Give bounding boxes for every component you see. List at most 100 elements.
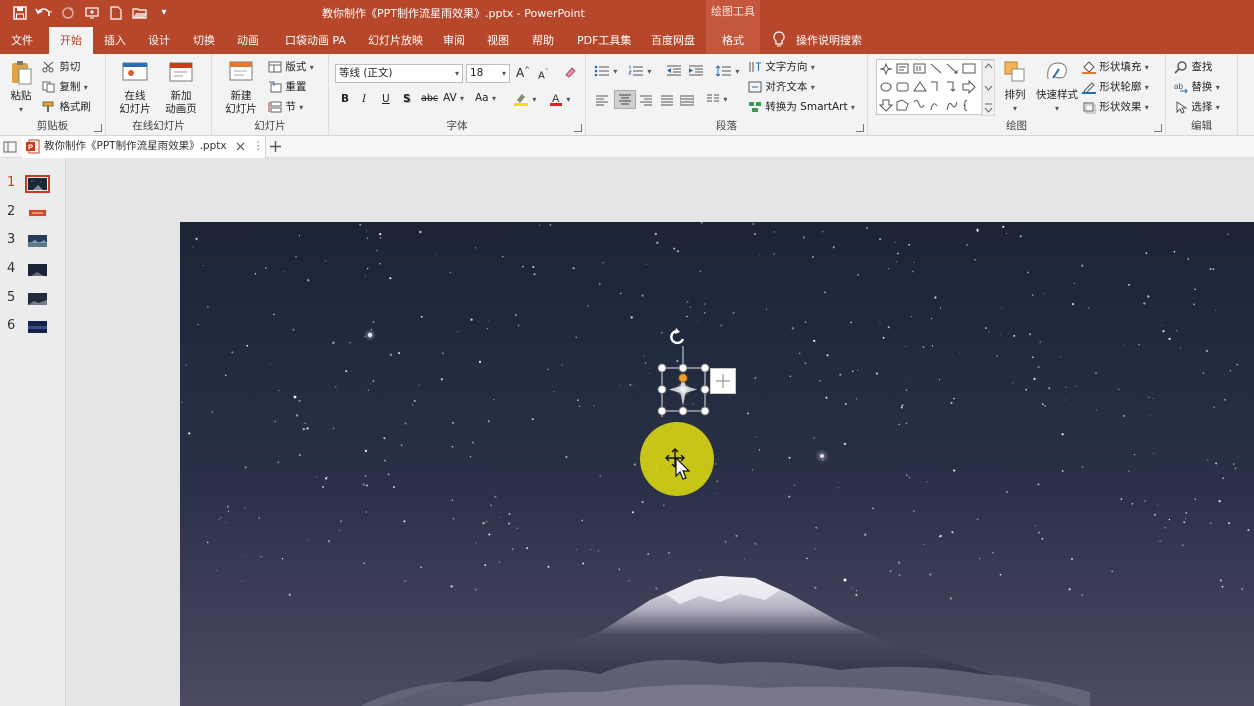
- undo-icon[interactable]: [32, 3, 56, 23]
- align-left-icon: [596, 95, 608, 105]
- numbering-icon: [628, 65, 643, 76]
- paste-button[interactable]: 粘贴 ▾: [6, 60, 36, 116]
- slide-thumbnail-4[interactable]: 4: [0, 257, 66, 281]
- distributed-button[interactable]: [680, 94, 694, 106]
- slide-thumbnail-1[interactable]: 1: [0, 171, 66, 195]
- underline-button[interactable]: U: [382, 93, 390, 105]
- tab-baidu-netdisk[interactable]: 百度网盘: [651, 27, 695, 54]
- tab-help[interactable]: 帮助: [532, 27, 554, 54]
- highlight-button[interactable]: ▾: [513, 92, 536, 106]
- section-button[interactable]: 节 ▾: [268, 99, 303, 114]
- select-button[interactable]: 选择 ▾: [1174, 99, 1220, 114]
- reset-button[interactable]: 重置: [268, 79, 306, 94]
- format-painter-button[interactable]: 格式刷: [42, 99, 91, 114]
- copy-label: 复制: [59, 81, 81, 93]
- from-beginning-icon[interactable]: [80, 3, 104, 23]
- group-online-slides: 在线 幻灯片 新加 动画页 在线幻灯片: [106, 54, 212, 136]
- customize-qat-icon[interactable]: ▾: [152, 3, 176, 23]
- tab-pdf-tools[interactable]: PDF工具集: [577, 27, 631, 54]
- plus-icon[interactable]: [269, 140, 282, 153]
- font-dialog-launcher[interactable]: [574, 124, 582, 132]
- layout-options-button[interactable]: [710, 368, 736, 394]
- copy-button[interactable]: 复制 ▾: [42, 79, 88, 94]
- tab-file[interactable]: 文件: [11, 27, 33, 54]
- bullets-icon: [594, 65, 609, 77]
- slide-thumbnail-6[interactable]: 6: [0, 314, 66, 338]
- save-icon[interactable]: [8, 3, 32, 23]
- grow-font-button[interactable]: A^: [516, 66, 530, 80]
- shape-fill-button[interactable]: 形状填充 ▾: [1082, 59, 1149, 74]
- quick-styles-button[interactable]: 快速样式 ▾: [1034, 59, 1080, 115]
- align-left-button[interactable]: [595, 94, 609, 106]
- justify-button[interactable]: [660, 94, 674, 106]
- replace-button[interactable]: ab 替换 ▾: [1174, 79, 1220, 94]
- move-cursor-icon: [665, 448, 691, 480]
- line-spacing-icon: [716, 65, 731, 77]
- redo-icon[interactable]: [56, 3, 80, 23]
- tab-review[interactable]: 审阅: [443, 27, 465, 54]
- shapes-gallery[interactable]: [876, 59, 996, 117]
- bullets-button[interactable]: ▾: [594, 65, 617, 77]
- tab-slideshow[interactable]: 幻灯片放映: [368, 27, 423, 54]
- strikethrough-button[interactable]: abc: [421, 93, 438, 104]
- align-right-button[interactable]: [639, 94, 653, 106]
- tab-insert[interactable]: 插入: [104, 27, 126, 54]
- decrease-indent-button[interactable]: [666, 65, 682, 77]
- find-button[interactable]: 查找: [1174, 59, 1212, 74]
- new-animation-page-label: 新加 动画页: [165, 90, 197, 115]
- cursor-arrow-icon: [1176, 100, 1188, 114]
- open-folder-icon[interactable]: [128, 3, 152, 23]
- online-slides-button[interactable]: 在线 幻灯片: [112, 60, 158, 116]
- cut-button[interactable]: 剪切: [42, 59, 80, 74]
- font-name-select[interactable]: 等线 (正文) ▾: [335, 64, 463, 83]
- new-file-icon[interactable]: [104, 3, 128, 23]
- new-animation-page-button[interactable]: 新加 动画页: [158, 60, 204, 116]
- font-color-button[interactable]: A ▾: [549, 92, 570, 106]
- document-tab-label: 教你制作《PPT制作流星雨效果》.pptx: [44, 140, 227, 152]
- slide-thumbnail-5[interactable]: 5: [0, 286, 66, 310]
- new-slide-label: 新建 幻灯片: [225, 90, 257, 115]
- tab-design[interactable]: 设计: [148, 27, 170, 54]
- slide-thumbnail-2[interactable]: 2: [0, 200, 66, 224]
- numbering-button[interactable]: ▾: [628, 65, 651, 77]
- reset-label: 重置: [285, 81, 307, 93]
- increase-indent-button[interactable]: [688, 65, 704, 77]
- current-slide[interactable]: [180, 222, 1254, 706]
- paragraph-dialog-launcher[interactable]: [856, 124, 864, 132]
- convert-smartart-button[interactable]: 转换为 SmartArt ▾: [748, 99, 855, 114]
- italic-button[interactable]: I: [362, 93, 366, 105]
- tab-transitions[interactable]: 切换: [193, 27, 215, 54]
- line-spacing-button[interactable]: ▾: [716, 65, 739, 77]
- eraser-icon: [565, 67, 576, 78]
- clipboard-dialog-launcher[interactable]: [94, 124, 102, 132]
- drawing-dialog-launcher[interactable]: [1154, 124, 1162, 132]
- bold-button[interactable]: B: [341, 93, 349, 105]
- change-case-button[interactable]: Aa ▾: [475, 92, 496, 104]
- clear-formatting-button[interactable]: [563, 65, 577, 79]
- more-options-icon[interactable]: ⋮: [253, 136, 264, 157]
- tab-view[interactable]: 视图: [487, 27, 509, 54]
- tab-home[interactable]: 开始: [49, 27, 93, 54]
- text-shadow-button[interactable]: S: [403, 93, 411, 105]
- tab-format[interactable]: 格式: [706, 27, 760, 54]
- align-text-button[interactable]: 对齐文本 ▾: [748, 79, 815, 94]
- layout-button[interactable]: 版式 ▾: [268, 59, 314, 74]
- align-center-button[interactable]: [614, 90, 636, 109]
- slide-thumbnail-3[interactable]: 3: [0, 228, 66, 252]
- document-tab[interactable]: P 教你制作《PPT制作流星雨效果》.pptx ⋮: [22, 136, 266, 158]
- close-icon[interactable]: [236, 142, 245, 151]
- shape-effects-button[interactable]: 形状效果 ▾: [1082, 99, 1149, 114]
- text-direction-button[interactable]: 文字方向 ▾: [748, 59, 815, 74]
- tab-pocket-animation[interactable]: 口袋动画 PA: [285, 27, 346, 54]
- shrink-font-button[interactable]: Aˇ: [538, 68, 548, 81]
- arrange-button[interactable]: 排列 ▾: [998, 59, 1032, 115]
- columns-button[interactable]: ▾: [706, 93, 727, 105]
- tell-me-search[interactable]: 操作说明搜索: [796, 27, 862, 54]
- font-size-select[interactable]: 18 ▾: [466, 64, 510, 83]
- tab-animations[interactable]: 动画: [237, 27, 259, 54]
- character-spacing-button[interactable]: AV ▾: [443, 92, 464, 104]
- group-slides: 新建 幻灯片 版式 ▾ 重置 节 ▾ 幻灯片: [212, 54, 329, 136]
- pane-toggle-icon[interactable]: [3, 140, 17, 154]
- shape-outline-button[interactable]: 形状轮廓 ▾: [1082, 79, 1149, 94]
- new-slide-button[interactable]: 新建 幻灯片: [218, 58, 264, 116]
